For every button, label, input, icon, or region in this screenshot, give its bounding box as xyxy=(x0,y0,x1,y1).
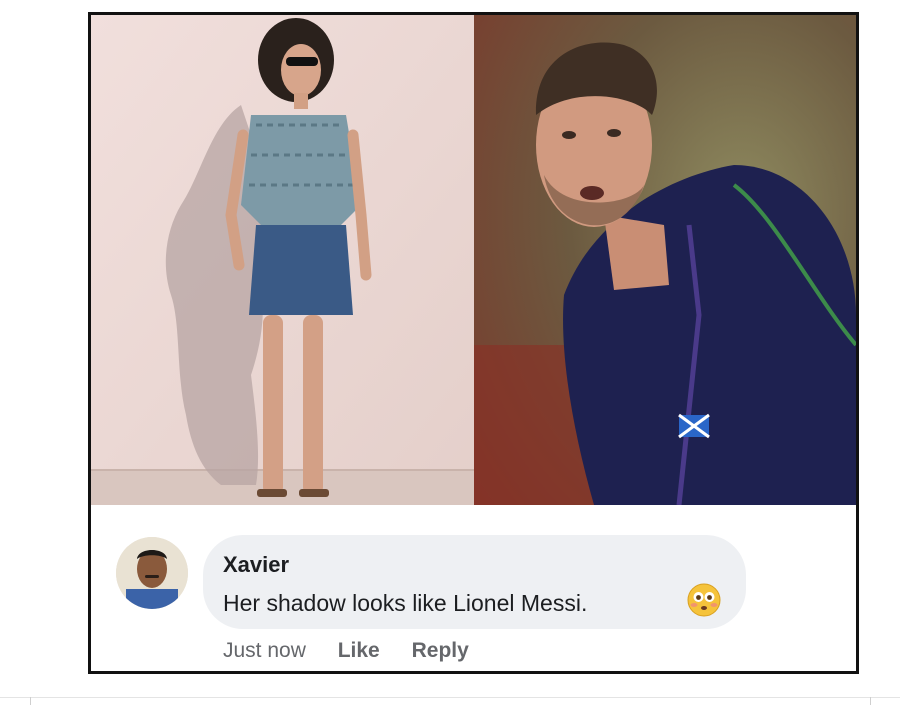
woman-against-wall-photo xyxy=(91,15,474,505)
comment-text: Her shadow looks like Lionel Messi. xyxy=(223,590,588,616)
comment-section: Xavier Her shadow looks like Lionel Mess… xyxy=(91,505,856,671)
comment-author[interactable]: Xavier xyxy=(223,552,289,578)
divider-tick-right xyxy=(870,697,871,705)
meme-frame: Xavier Her shadow looks like Lionel Mess… xyxy=(88,12,859,674)
page-divider xyxy=(0,697,900,698)
comment-timestamp: Just now xyxy=(223,639,306,662)
flushed-face-icon xyxy=(687,583,721,617)
avatar[interactable] xyxy=(116,537,188,609)
reply-button[interactable]: Reply xyxy=(412,639,469,662)
rugby-player-photo xyxy=(474,15,856,505)
divider-tick-left xyxy=(30,697,31,705)
comment-actions: Just now Like Reply xyxy=(223,639,495,663)
photo-pair xyxy=(91,15,856,505)
like-button[interactable]: Like xyxy=(338,639,380,662)
comment-bubble: Xavier Her shadow looks like Lionel Mess… xyxy=(203,535,746,629)
